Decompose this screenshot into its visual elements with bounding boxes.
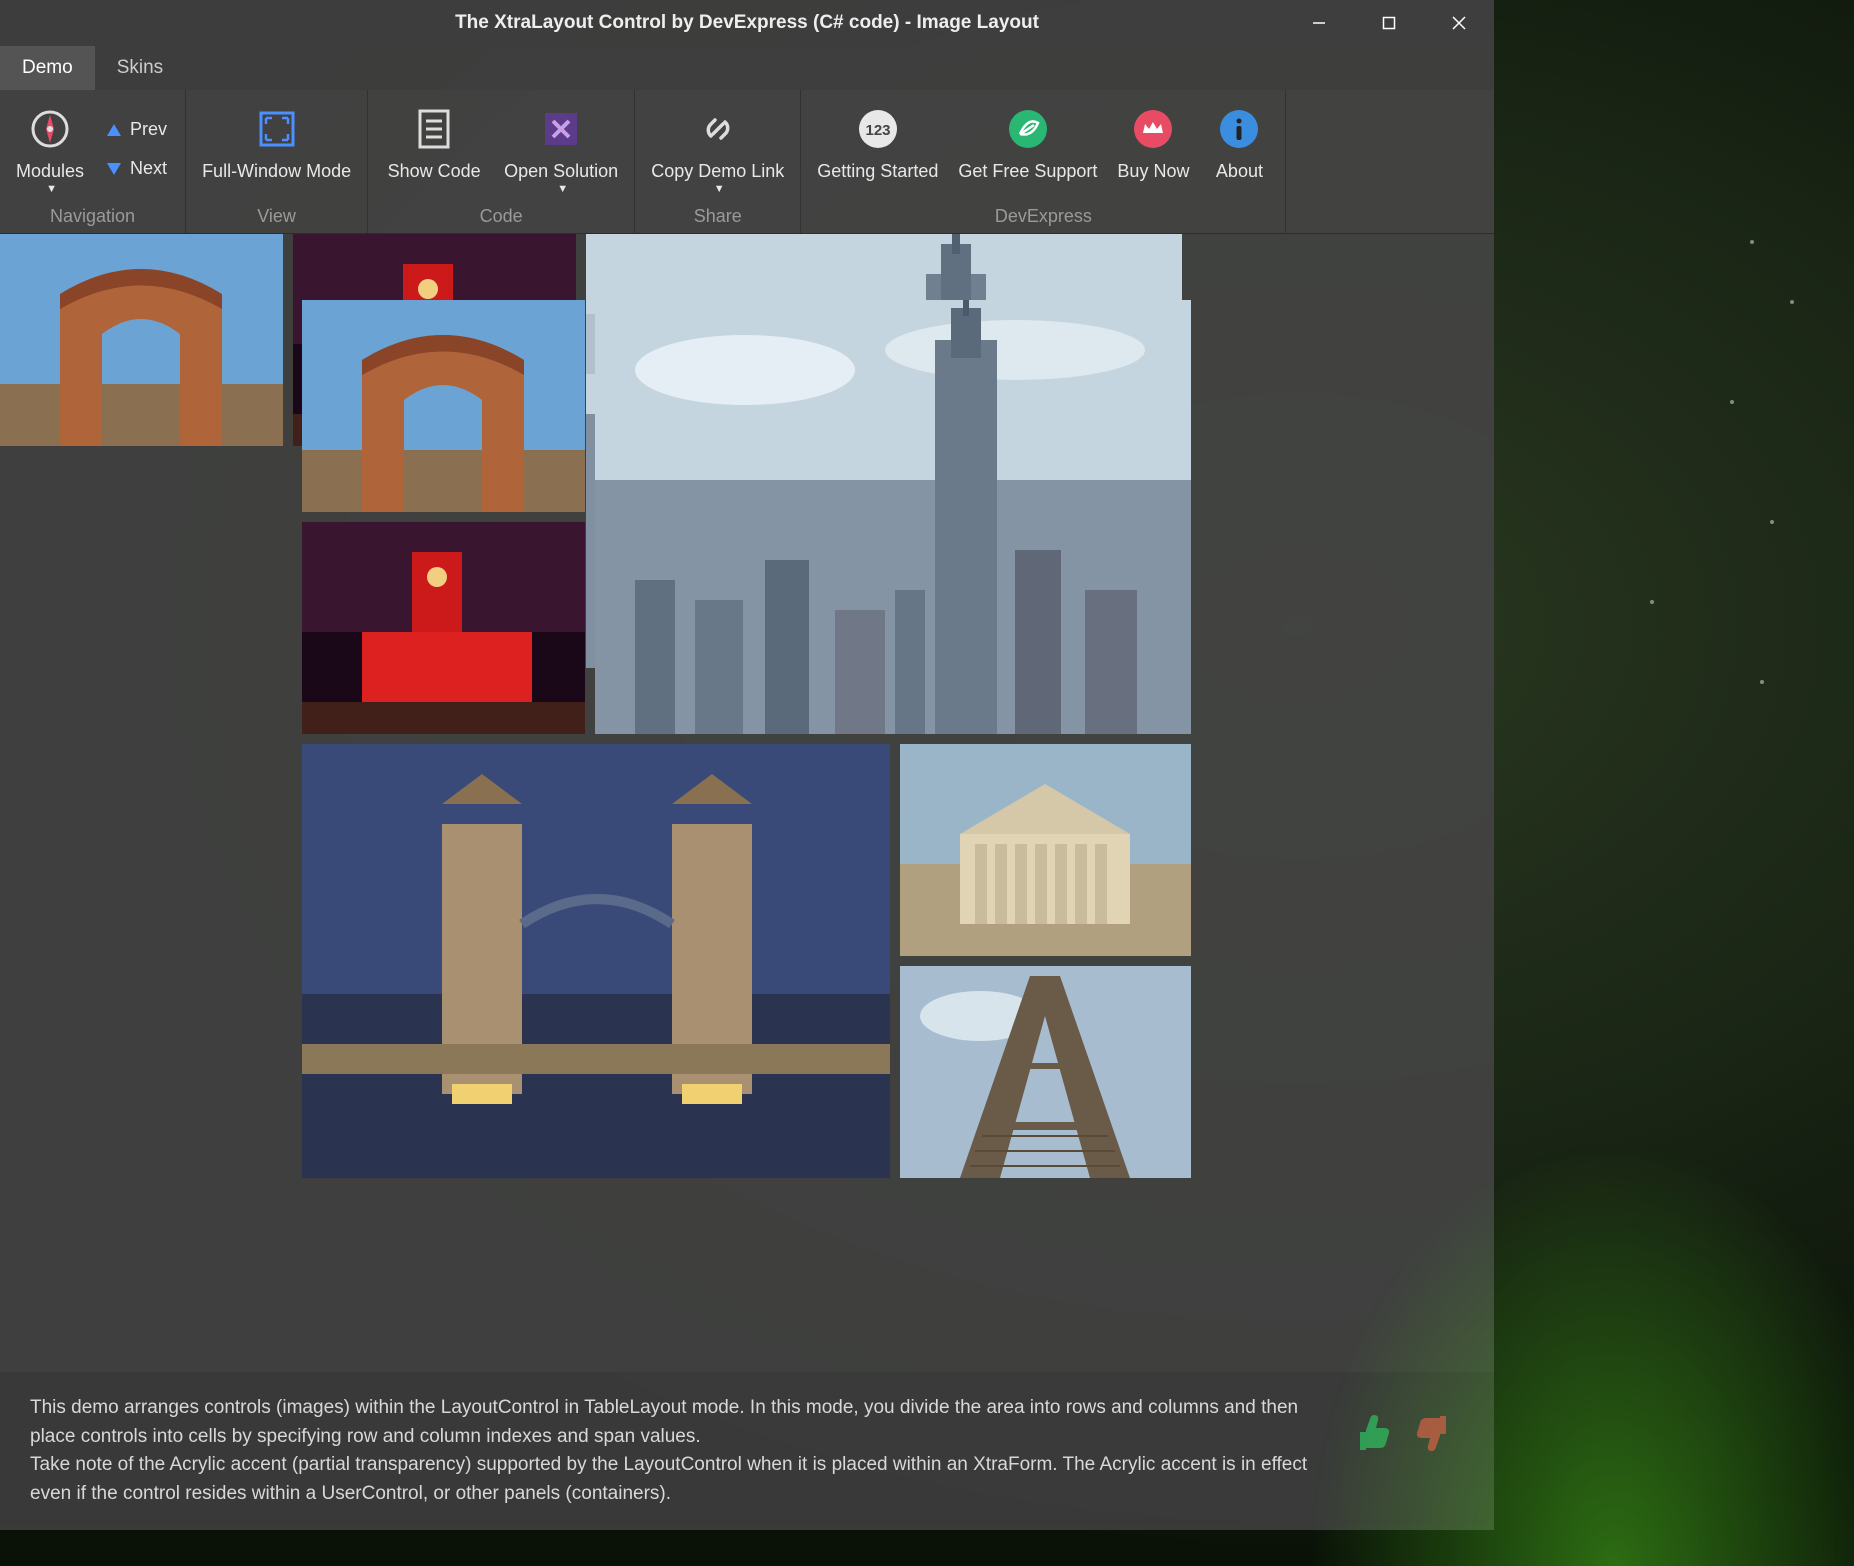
copy-demo-link-button[interactable]: Copy Demo Link ▼ — [641, 98, 794, 200]
close-button[interactable] — [1424, 0, 1494, 46]
ribbon: Modules ▼ Prev Next Navigation — [0, 90, 1494, 234]
tab-demo[interactable]: Demo — [0, 46, 95, 90]
modules-button[interactable]: Modules ▼ — [6, 98, 94, 200]
maximize-button[interactable] — [1354, 0, 1424, 46]
gallery-image-skyline[interactable] — [595, 300, 1191, 734]
content-area: .gallery{all:unset;} .g-abs{position:abs… — [0, 234, 1494, 1372]
gallery-image-arc[interactable] — [302, 300, 585, 512]
ribbon-tabs: Demo Skins — [0, 46, 1494, 90]
link-icon — [697, 108, 739, 150]
thumbs-down-icon — [1412, 1412, 1454, 1454]
document-icon — [413, 108, 455, 150]
leaf-icon — [1007, 108, 1049, 150]
full-window-mode-button[interactable]: Full-Window Mode — [192, 98, 361, 200]
ribbon-group-view: Full-Window Mode View — [186, 90, 368, 233]
feedback-controls — [1352, 1394, 1464, 1459]
next-button[interactable]: Next — [106, 158, 167, 179]
description-panel: This demo arranges controls (images) wit… — [0, 1372, 1494, 1530]
minimize-icon — [1312, 16, 1326, 30]
tab-skins[interactable]: Skins — [95, 46, 185, 90]
gallery-image-theatre[interactable] — [900, 744, 1191, 956]
ribbon-group-navigation: Modules ▼ Prev Next Navigation — [0, 90, 186, 233]
gallery-image-eiffel[interactable] — [900, 966, 1191, 1178]
thumbs-down-button[interactable] — [1412, 1412, 1454, 1459]
thumbs-up-button[interactable] — [1352, 1412, 1394, 1459]
description-line1: This demo arranges controls (images) wit… — [30, 1394, 1332, 1451]
window-title: The XtraLayout Control by DevExpress (C#… — [455, 12, 1039, 34]
gallery-image-bridge[interactable] — [302, 744, 890, 1178]
thumbs-up-icon — [1352, 1412, 1394, 1454]
svg-text:123: 123 — [865, 122, 890, 139]
vs-icon — [540, 108, 582, 150]
buy-now-button[interactable]: Buy Now — [1107, 98, 1199, 200]
fullwindow-label: Full-Window Mode — [202, 160, 351, 183]
fullscreen-icon — [256, 108, 298, 150]
ribbon-group-code: Show Code Open Solution ▼ Code — [368, 90, 635, 233]
open-solution-button[interactable]: Open Solution ▼ — [494, 98, 628, 200]
modules-label: Modules — [16, 160, 84, 183]
showcode-label: Show Code — [388, 160, 481, 183]
group-label-navigation: Navigation — [6, 200, 179, 229]
triangle-down-icon — [106, 162, 122, 176]
support-label: Get Free Support — [958, 160, 1097, 183]
buynow-label: Buy Now — [1117, 160, 1189, 183]
prev-label: Prev — [130, 119, 167, 140]
next-label: Next — [130, 158, 167, 179]
chevron-down-icon: ▼ — [46, 183, 57, 197]
maximize-icon — [1382, 16, 1396, 30]
chevron-down-icon: ▼ — [714, 183, 725, 197]
about-button[interactable]: About — [1199, 98, 1279, 200]
group-label-devexpress: DevExpress — [807, 200, 1279, 229]
description-line2: Take note of the Acrylic accent (partial… — [30, 1451, 1332, 1508]
ribbon-group-devexpress: 123 Getting Started Get Free Support Buy… — [801, 90, 1286, 233]
about-label: About — [1216, 160, 1263, 183]
opensolution-label: Open Solution — [504, 160, 618, 183]
triangle-up-icon — [106, 123, 122, 137]
gallery-image-arc[interactable] — [0, 234, 283, 446]
info-icon — [1218, 108, 1260, 150]
getting-started-button[interactable]: 123 Getting Started — [807, 98, 948, 200]
titlebar: The XtraLayout Control by DevExpress (C#… — [0, 0, 1494, 46]
minimize-button[interactable] — [1284, 0, 1354, 46]
compass-icon — [29, 108, 71, 150]
chevron-down-icon: ▼ — [557, 183, 568, 197]
gallery-image-redtower[interactable] — [302, 522, 585, 734]
get-free-support-button[interactable]: Get Free Support — [948, 98, 1107, 200]
gettingstarted-label: Getting Started — [817, 160, 938, 183]
close-icon — [1452, 16, 1466, 30]
window-controls — [1284, 0, 1494, 46]
group-label-share: Share — [641, 200, 794, 229]
prev-button[interactable]: Prev — [106, 119, 167, 140]
app-window: The XtraLayout Control by DevExpress (C#… — [0, 0, 1494, 1530]
show-code-button[interactable]: Show Code — [374, 98, 494, 200]
ribbon-group-share: Copy Demo Link ▼ Share — [635, 90, 801, 233]
description-text: This demo arranges controls (images) wit… — [30, 1394, 1332, 1508]
one-two-three-icon: 123 — [857, 108, 899, 150]
crown-icon — [1132, 108, 1174, 150]
group-label-code: Code — [374, 200, 628, 229]
group-label-view: View — [192, 200, 361, 229]
copylink-label: Copy Demo Link — [651, 160, 784, 183]
